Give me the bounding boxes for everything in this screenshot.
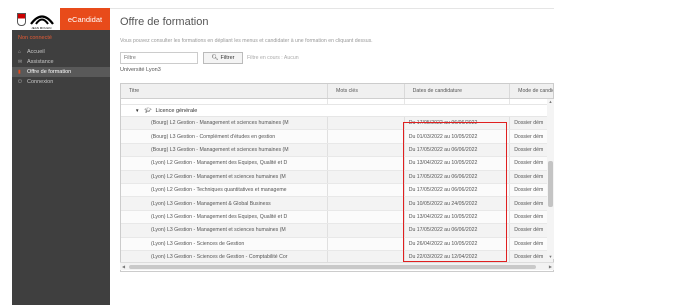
row-title: (Lyon) L3 Gestion - Management des Equip… xyxy=(121,210,329,224)
university-label: Université Lyon3 xyxy=(120,67,161,73)
row-dates: Du 17/05/2022 au 06/06/2022 xyxy=(405,143,511,157)
row-dates: Du 17/05/2022 au 06/06/2022 xyxy=(405,170,511,183)
row-dates: Du 13/04/2022 au 10/05/2022 xyxy=(405,157,511,170)
table-row[interactable]: (Lyon) L3 Gestion - Sciences de Gestion … xyxy=(121,237,553,251)
table-row[interactable]: (Lyon) L3 Gestion - Management & Global … xyxy=(121,197,553,211)
table-row[interactable]: (Bourg) L3 Gestion - Management et scien… xyxy=(121,143,553,158)
sidebar-item-connexion[interactable]: ⏻ Connexion xyxy=(12,77,110,87)
row-keywords xyxy=(328,210,405,224)
row-dates: Du 01/03/2022 au 10/05/2022 xyxy=(405,130,511,143)
filter-button-label: Filtrer xyxy=(220,54,235,61)
row-dates: Du 10/05/2022 au 24/05/2022 xyxy=(405,197,511,210)
table-row[interactable]: (Lyon) L2 Gestion - Management des Equip… xyxy=(121,157,553,171)
main-content: Offre de formation Vous pouvez consulter… xyxy=(120,10,554,73)
filter-button[interactable]: 🔍︎ Filtrer xyxy=(203,51,243,64)
scroll-left-icon[interactable]: ◀ xyxy=(122,263,125,271)
sidebar: JEAN MOULIN eCandidat Non connecté ⌂ Acc… xyxy=(12,8,110,305)
row-title: (Lyon) L3 Gestion - Sciences de Gestion xyxy=(121,237,329,250)
filter-row: 🔍︎ Filtrer Filtre en cours : Aucun xyxy=(120,51,554,64)
sidebar-item-label: Offre de formation xyxy=(27,69,72,75)
row-dates: Du 17/05/2022 au 06/06/2022 xyxy=(405,183,511,197)
filter-status: Filtre en cours : Aucun xyxy=(247,54,299,61)
vertical-scrollbar[interactable]: ▲ ▼ xyxy=(547,99,554,259)
column-header-mode[interactable]: Mode de candidature xyxy=(510,84,553,98)
sidebar-item-assistance[interactable]: ✉ Assistance xyxy=(12,57,110,67)
table-row[interactable]: (Bourg) L2 Gestion - Management et scien… xyxy=(121,117,553,131)
row-keywords xyxy=(328,130,405,143)
group-label: Licence générale xyxy=(155,107,198,114)
table-body: (Bourg) L2 Gestion - Management et scien… xyxy=(121,117,553,265)
search-icon: 🔍︎ xyxy=(211,54,219,61)
sidebar-item-label: Connexion xyxy=(27,79,54,85)
column-header-titre[interactable]: Titre xyxy=(121,84,328,98)
sidebar-item-label: Assistance xyxy=(27,59,54,65)
formation-tree-table: Titre Mots clés Dates de candidature Mod… xyxy=(120,83,554,272)
sidebar-item-label: Accueil xyxy=(27,49,45,55)
row-keywords xyxy=(328,224,405,237)
table-row[interactable]: (Lyon) L3 Gestion - Management des Equip… xyxy=(121,210,553,225)
scroll-right-icon[interactable]: ▶ xyxy=(549,263,552,271)
arch-logo-icon: JEAN MOULIN xyxy=(29,11,55,30)
scroll-up-icon[interactable]: ▲ xyxy=(547,99,554,104)
row-keywords xyxy=(328,143,405,157)
page-title: Offre de formation xyxy=(120,16,209,28)
brand-bar: JEAN MOULIN eCandidat xyxy=(12,8,110,30)
tree-group-licence-generale[interactable]: ▼ 🎓︎ Licence générale xyxy=(121,105,553,117)
table-row[interactable]: (Bourg) L3 Gestion - Complément d'études… xyxy=(121,130,553,144)
sidebar-item-accueil[interactable]: ⌂ Accueil xyxy=(12,47,110,57)
row-title: (Lyon) L3 Gestion - Management et scienc… xyxy=(121,224,329,237)
row-keywords xyxy=(328,197,405,210)
row-title: (Bourg) L3 Gestion - Management et scien… xyxy=(121,143,329,157)
university-logo[interactable]: JEAN MOULIN xyxy=(12,8,60,30)
row-keywords xyxy=(328,117,405,130)
row-title: (Lyon) L2 Gestion - Techniques quantitat… xyxy=(121,183,329,197)
table-row[interactable]: (Lyon) L2 Gestion - Management et scienc… xyxy=(121,170,553,184)
page-subtitle: Vous pouvez consulter les formations en … xyxy=(120,38,373,44)
row-title: (Lyon) L2 Gestion - Management et scienc… xyxy=(121,170,329,183)
home-icon: ⌂ xyxy=(18,49,22,55)
table-row[interactable]: (Lyon) L2 Gestion - Techniques quantitat… xyxy=(121,183,553,198)
row-dates: Du 26/04/2022 au 10/05/2022 xyxy=(405,237,511,250)
power-icon: ⏻ xyxy=(18,79,22,85)
graduation-cap-icon: 🎓︎ xyxy=(144,107,152,114)
row-dates: Du 17/05/2022 au 06/06/2022 xyxy=(405,224,511,237)
column-header-mots-cles[interactable]: Mots clés xyxy=(328,84,405,98)
row-keywords xyxy=(328,157,405,170)
support-icon: ✉ xyxy=(18,59,23,65)
header-divider xyxy=(110,8,554,9)
row-dates: Du 13/04/2022 au 10/05/2022 xyxy=(405,210,511,224)
scroll-down-icon[interactable]: ▼ xyxy=(547,254,554,259)
row-title: (Lyon) L2 Gestion - Management des Equip… xyxy=(121,157,329,170)
row-keywords xyxy=(328,183,405,197)
vertical-scroll-thumb[interactable] xyxy=(548,161,553,207)
logo-text: JEAN MOULIN xyxy=(31,26,52,30)
sidebar-item-offre-de-formation[interactable]: ▮ Offre de formation xyxy=(12,67,110,77)
bookmark-icon: ▮ xyxy=(18,69,21,75)
expand-triangle-icon[interactable]: ▼ xyxy=(135,108,139,113)
row-keywords xyxy=(328,170,405,183)
filter-input[interactable] xyxy=(120,51,198,64)
row-title: (Lyon) L3 Gestion - Management & Global … xyxy=(121,197,329,210)
app-name[interactable]: eCandidat xyxy=(60,8,110,30)
shield-icon xyxy=(16,12,26,26)
horizontal-scroll-thumb[interactable] xyxy=(129,265,536,269)
horizontal-scrollbar[interactable]: ◀ ▶ xyxy=(120,262,554,270)
row-title: (Bourg) L2 Gestion - Management et scien… xyxy=(121,117,329,130)
row-keywords xyxy=(328,237,405,250)
table-header: Titre Mots clés Dates de candidature Mod… xyxy=(121,84,553,99)
column-header-dates[interactable]: Dates de candidature xyxy=(405,84,511,98)
row-title: (Bourg) L3 Gestion - Complément d'études… xyxy=(121,130,329,143)
table-row[interactable]: (Lyon) L3 Gestion - Management et scienc… xyxy=(121,224,553,238)
row-dates: Du 17/05/2022 au 06/06/2022 xyxy=(405,117,511,130)
user-status: Non connecté xyxy=(18,35,52,41)
